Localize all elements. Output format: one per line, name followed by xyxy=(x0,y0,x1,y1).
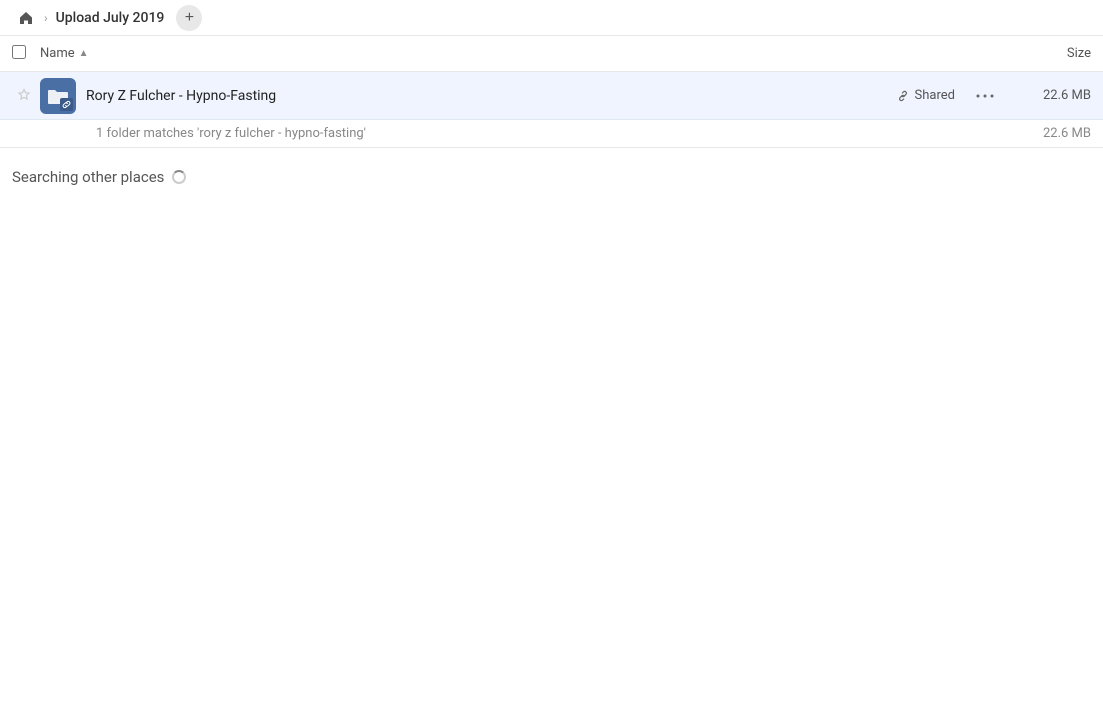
star-button[interactable] xyxy=(12,84,36,108)
sort-arrow-icon: ▲ xyxy=(79,48,89,59)
file-size-label: 22.6 MB xyxy=(1011,88,1091,103)
more-options-button[interactable] xyxy=(971,82,999,110)
add-button[interactable]: + xyxy=(176,5,202,31)
file-name-label: Rory Z Fulcher - Hypno-Fasting xyxy=(86,88,896,104)
name-column-header[interactable]: Name ▲ xyxy=(40,46,1011,61)
loading-spinner xyxy=(172,170,186,184)
shared-badge: Shared xyxy=(896,88,955,103)
folder-icon xyxy=(40,78,76,114)
home-button[interactable] xyxy=(12,4,40,32)
match-note-text: 1 folder matches 'rory z fulcher - hypno… xyxy=(96,126,366,141)
breadcrumb-bar: › Upload July 2019 + xyxy=(0,0,1103,36)
match-note-row: 1 folder matches 'rory z fulcher - hypno… xyxy=(0,120,1103,148)
breadcrumb-separator: › xyxy=(44,11,48,25)
match-note-size: 22.6 MB xyxy=(1043,126,1091,141)
breadcrumb-title: Upload July 2019 xyxy=(52,10,169,26)
select-all-checkbox[interactable] xyxy=(12,45,32,63)
file-list-row[interactable]: Rory Z Fulcher - Hypno-Fasting Shared 22… xyxy=(0,72,1103,120)
searching-section: Searching other places xyxy=(0,148,1103,206)
column-headers: Name ▲ Size xyxy=(0,36,1103,72)
size-column-header: Size xyxy=(1011,46,1091,61)
searching-text: Searching other places xyxy=(12,168,164,186)
